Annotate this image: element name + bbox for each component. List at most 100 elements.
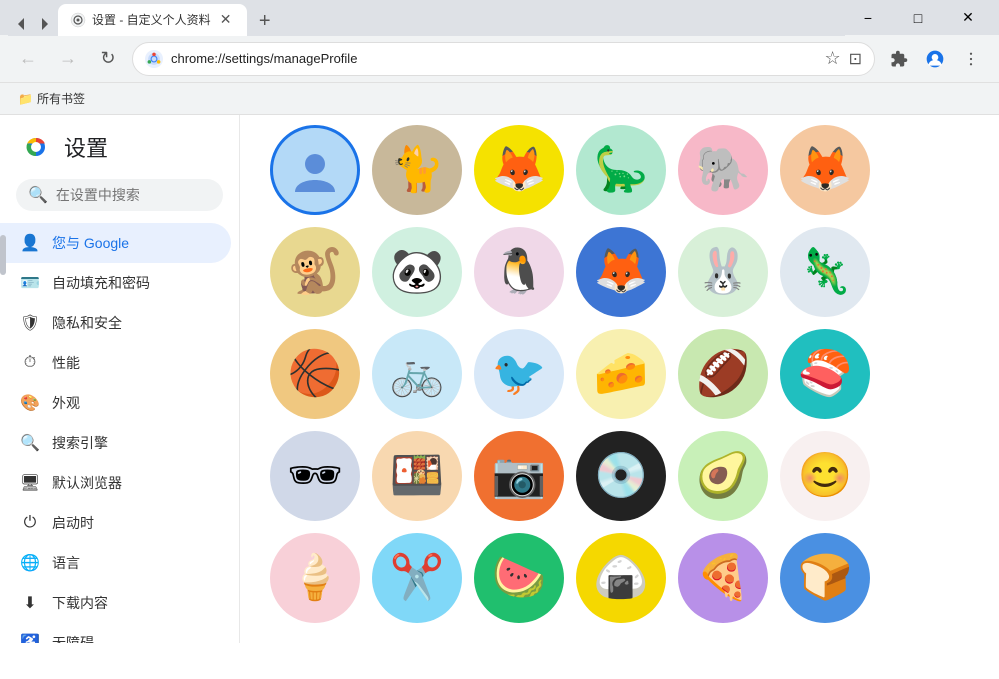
nav-label-search: 搜索引擎 [52, 433, 108, 453]
refresh-button[interactable]: ↻ [92, 43, 124, 75]
tab-title: 设置 - 自定义个人资料 [92, 11, 211, 28]
search-box[interactable]: 🔍 [16, 179, 223, 211]
avatar-item-18[interactable]: 🕶 [270, 431, 360, 521]
avatar-item-24[interactable]: 🍦 [270, 533, 360, 623]
nav-label-appearance: 外观 [52, 393, 80, 413]
toolbar-right [883, 43, 987, 75]
minimize-button[interactable]: − [845, 0, 891, 35]
bookmarks-label: 所有书签 [37, 90, 85, 107]
active-tab[interactable]: 设置 - 自定义个人资料 ✕ [58, 4, 247, 36]
avatar-item-15[interactable]: 🧀 [576, 329, 666, 419]
avatar-item-22[interactable]: 🥑 [678, 431, 768, 521]
bookmarks-bar-item[interactable]: 📁 所有书签 [12, 88, 91, 109]
avatar-item-12[interactable]: 🏀 [270, 329, 360, 419]
avatar-item-26[interactable]: 🍉 [474, 533, 564, 623]
window-controls: − □ ✕ [845, 0, 991, 35]
avatar-item-3[interactable]: 🦕 [576, 125, 666, 215]
avatar-item-0[interactable] [270, 125, 360, 215]
avatar-item-14[interactable]: 🐦 [474, 329, 564, 419]
sidebar: 设置 🔍 👤 您与 Google 🪪 自动填充和密码 🛡 隐私和安全 ⏱ 性能 … [0, 115, 240, 643]
avatar-item-29[interactable]: 🍞 [780, 533, 870, 623]
nav-label-browser: 默认浏览器 [52, 473, 122, 493]
profile-button[interactable] [919, 43, 951, 75]
avatar-item-10[interactable]: 🐰 [678, 227, 768, 317]
bookmark-star-icon[interactable]: ☆ [824, 48, 840, 69]
nav-label-accessibility: 无障碍 [52, 633, 94, 643]
avatar-item-7[interactable]: 🐼 [372, 227, 462, 317]
avatar-item-1[interactable]: 🐈 [372, 125, 462, 215]
address-bar[interactable]: chrome://settings/manageProfile ☆ ⊡ [132, 42, 875, 76]
downloads-icon: ⬇ [20, 593, 40, 613]
browser-toolbar: ← → ↻ chrome://settings/manageProfile ☆ … [0, 35, 999, 83]
google-icon: 👤 [20, 233, 40, 253]
avatar-item-27[interactable]: 🍙 [576, 533, 666, 623]
avatar-grid: 🐈🦊🦕🐘🦊🐒🐼🐧🦊🐰🦎🏀🚲🐦🧀🏈🍣🕶🍱📷💿🥑😊🍦✂️🍉🍙🍕🍞 [260, 115, 979, 633]
settings-title: 设置 [64, 131, 108, 163]
bookmarks-bar: 📁 所有书签 [0, 83, 999, 115]
url-display: chrome://settings/manageProfile [171, 51, 816, 66]
sidebar-item-privacy[interactable]: 🛡 隐私和安全 [0, 303, 231, 343]
close-button[interactable]: ✕ [945, 0, 991, 35]
sidebar-item-autofill[interactable]: 🪪 自动填充和密码 [0, 263, 231, 303]
nav-items: 👤 您与 Google 🪪 自动填充和密码 🛡 隐私和安全 ⏱ 性能 🎨 外观 … [0, 223, 239, 643]
avatar-item-23[interactable]: 😊 [780, 431, 870, 521]
sidebar-scrollbar-thumb [0, 235, 6, 275]
maximize-button[interactable]: □ [895, 0, 941, 35]
privacy-icon: 🛡 [20, 313, 40, 333]
sidebar-header: 设置 [0, 115, 239, 179]
chrome-lock-icon [145, 50, 163, 68]
startup-icon: ⏻ [20, 513, 40, 533]
title-bar: 设置 - 自定义个人资料 ✕ + − □ ✕ [0, 0, 999, 35]
sidebar-item-downloads[interactable]: ⬇ 下载内容 [0, 583, 231, 623]
forward-arrow-tab[interactable] [36, 16, 52, 32]
avatar-item-4[interactable]: 🐘 [678, 125, 768, 215]
search-icon: 🔍 [28, 185, 48, 205]
sidebar-item-appearance[interactable]: 🎨 外观 [0, 383, 231, 423]
sidebar-item-browser[interactable]: 🖥 默认浏览器 [0, 463, 231, 503]
avatar-item-8[interactable]: 🐧 [474, 227, 564, 317]
nav-label-performance: 性能 [52, 353, 80, 373]
new-tab-button[interactable]: + [251, 8, 279, 36]
avatar-item-5[interactable]: 🦊 [780, 125, 870, 215]
sidebar-item-language[interactable]: 🌐 语言 [0, 543, 231, 583]
nav-label-downloads: 下载内容 [52, 593, 108, 613]
nav-label-language: 语言 [52, 553, 80, 573]
avatar-item-19[interactable]: 🍱 [372, 431, 462, 521]
avatar-item-9[interactable]: 🦊 [576, 227, 666, 317]
avatar-item-6[interactable]: 🐒 [270, 227, 360, 317]
forward-button[interactable]: → [52, 43, 84, 75]
appearance-icon: 🎨 [20, 393, 40, 413]
sidebar-item-performance[interactable]: ⏱ 性能 [0, 343, 231, 383]
avatar-item-20[interactable]: 📷 [474, 431, 564, 521]
footer-text: 创建点东西还挺棒的... [260, 633, 979, 643]
back-button[interactable]: ← [12, 43, 44, 75]
avatar-item-16[interactable]: 🏈 [678, 329, 768, 419]
avatar-item-17[interactable]: 🍣 [780, 329, 870, 419]
main-content: 设置 🔍 👤 您与 Google 🪪 自动填充和密码 🛡 隐私和安全 ⏱ 性能 … [0, 115, 999, 643]
nav-label-privacy: 隐私和安全 [52, 313, 122, 333]
sidebar-item-startup[interactable]: ⏻ 启动时 [0, 503, 231, 543]
sidebar-item-google[interactable]: 👤 您与 Google [0, 223, 231, 263]
avatar-item-2[interactable]: 🦊 [474, 125, 564, 215]
sidebar-item-accessibility[interactable]: ♿ 无障碍 [0, 623, 231, 643]
back-arrow-tab[interactable] [14, 16, 30, 32]
avatar-item-11[interactable]: 🦎 [780, 227, 870, 317]
sidebar-item-search[interactable]: 🔍 搜索引擎 [0, 423, 231, 463]
accessibility-icon: ♿ [20, 633, 40, 643]
extensions-button[interactable] [883, 43, 915, 75]
search-input[interactable] [56, 187, 237, 203]
autofill-icon: 🪪 [20, 273, 40, 293]
avatar-item-28[interactable]: 🍕 [678, 533, 768, 623]
avatar-item-13[interactable]: 🚲 [372, 329, 462, 419]
browser-icon: 🖥 [20, 473, 40, 493]
nav-label-autofill: 自动填充和密码 [52, 273, 150, 293]
reader-mode-icon[interactable]: ⊡ [849, 49, 862, 69]
menu-button[interactable] [955, 43, 987, 75]
performance-icon: ⏱ [20, 353, 40, 373]
avatar-item-21[interactable]: 💿 [576, 431, 666, 521]
tab-close-button[interactable]: ✕ [217, 11, 235, 29]
tab-favicon [70, 12, 86, 28]
avatar-item-25[interactable]: ✂️ [372, 533, 462, 623]
nav-label-startup: 启动时 [52, 513, 94, 533]
content-area: 🐈🦊🦕🐘🦊🐒🐼🐧🦊🐰🦎🏀🚲🐦🧀🏈🍣🕶🍱📷💿🥑😊🍦✂️🍉🍙🍕🍞 创建点东西还挺棒的… [240, 115, 999, 643]
